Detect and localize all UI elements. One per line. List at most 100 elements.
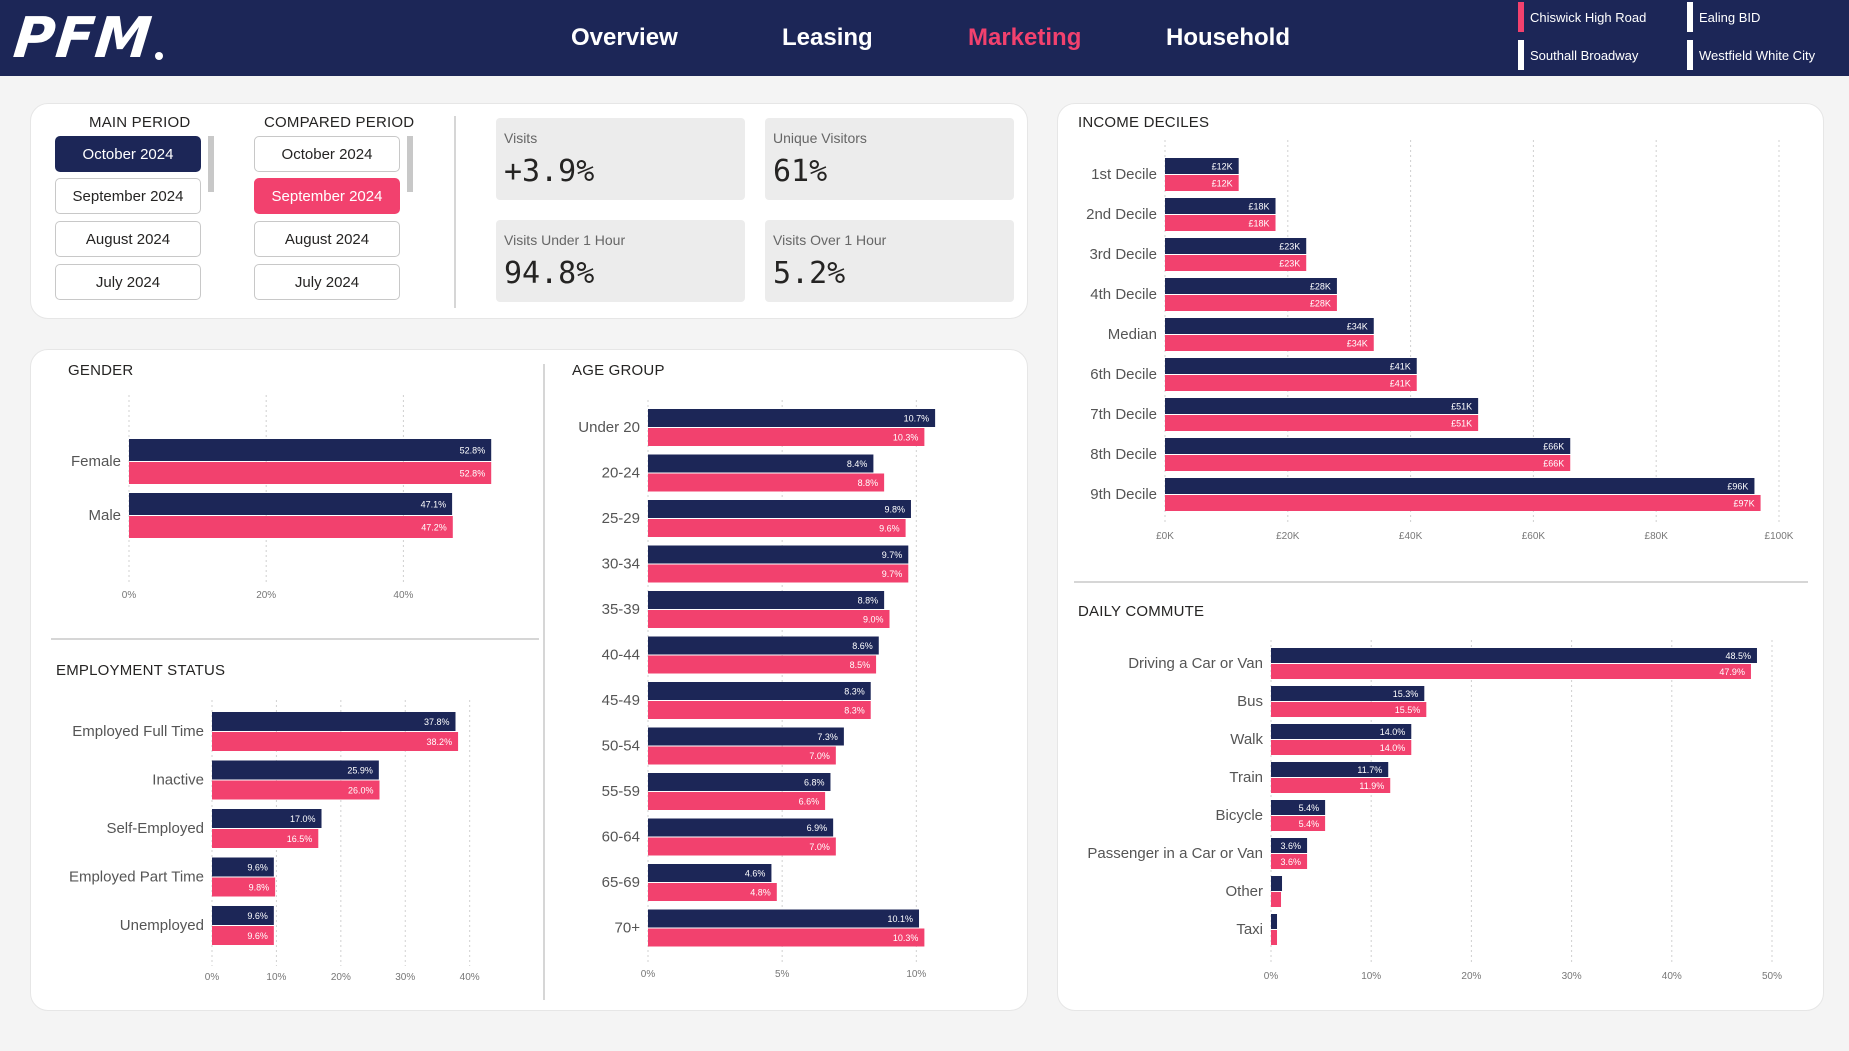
income-data-label: £51K	[1451, 402, 1472, 412]
income-data-label: £96K	[1727, 482, 1748, 492]
commute-bar-main	[1271, 648, 1757, 663]
commute-category-label: Bus	[1237, 693, 1263, 710]
employment-category-label: Employed Part Time	[69, 869, 204, 886]
commute-tick-label: 40%	[1662, 971, 1682, 982]
age-data-label: 10.7%	[904, 414, 930, 424]
age-data-label: 7.0%	[809, 842, 830, 852]
income-bar-main	[1165, 358, 1417, 374]
age-bar-compared	[648, 655, 877, 674]
employment-data-label: 25.9%	[347, 766, 373, 776]
income-category-label: 8th Decile	[1090, 446, 1157, 463]
income-data-label: £28K	[1310, 299, 1331, 309]
income-data-label: £12K	[1212, 162, 1233, 172]
age-bar-main	[648, 545, 909, 564]
age-data-label: 8.3%	[844, 706, 865, 716]
employment-bar-main	[212, 712, 456, 731]
income-data-label: £28K	[1310, 282, 1331, 292]
income-tick-label: £60K	[1522, 531, 1546, 542]
age-data-label: 8.6%	[852, 641, 873, 651]
income-data-label: £51K	[1451, 419, 1472, 429]
income-data-label: £18K	[1248, 219, 1269, 229]
commute-category-label: Bicycle	[1215, 807, 1263, 824]
employment-data-label: 17.0%	[290, 814, 316, 824]
charts-layer: 0% 20% 40% Female 52.8% 52.8% Male 47.1% 47.2% 0%…	[69, 140, 1794, 983]
commute-tick-label: 0%	[1264, 971, 1279, 982]
income-data-label: £23K	[1279, 242, 1300, 252]
age-data-label: 6.6%	[799, 797, 820, 807]
age-bar-main	[648, 591, 885, 609]
employment-data-label: 38.2%	[427, 737, 453, 747]
income-data-label: £34K	[1347, 339, 1368, 349]
age-category-label: 30-34	[602, 556, 640, 573]
age-data-label: 8.5%	[850, 660, 871, 670]
age-category-label: 50-54	[602, 738, 640, 755]
income-bar-main	[1165, 398, 1479, 414]
commute-tick-label: 30%	[1562, 971, 1582, 982]
age-data-label: 10.3%	[893, 933, 919, 943]
employment-tick-label: 30%	[395, 972, 415, 983]
commute-bar-compared	[1271, 664, 1751, 679]
commute-data-label: 3.6%	[1281, 857, 1302, 867]
gender-data-label: 52.8%	[460, 469, 486, 479]
employment-data-label: 9.6%	[247, 931, 268, 941]
age-data-label: 10.1%	[887, 914, 913, 924]
age-bar-compared	[648, 928, 925, 947]
commute-data-label: 15.3%	[1393, 689, 1419, 699]
income-bar-main	[1165, 438, 1571, 454]
age-category-label: 55-59	[602, 783, 640, 800]
income-data-label: £12K	[1212, 179, 1233, 189]
age-bar-main	[648, 909, 920, 928]
commute-data-label: 11.9%	[1359, 781, 1384, 791]
age-category-label: 65-69	[602, 874, 640, 891]
age-category-label: Under 20	[578, 419, 640, 436]
employment-data-label: 9.6%	[247, 911, 268, 921]
gender-category-label: Male	[88, 507, 121, 524]
gender-bar-main	[129, 439, 492, 461]
age-data-label: 9.0%	[863, 615, 884, 625]
employment-tick-label: 20%	[331, 972, 351, 983]
income-tick-label: £0K	[1156, 531, 1174, 542]
commute-data-label: 5.4%	[1299, 803, 1320, 813]
income-bar-main	[1165, 478, 1755, 494]
employment-category-label: Self-Employed	[106, 820, 204, 837]
commute-data-label: 15.5%	[1395, 705, 1421, 715]
age-category-label: 70+	[615, 920, 641, 937]
age-data-label: 6.9%	[807, 823, 828, 833]
income-category-label: 1st Decile	[1091, 166, 1157, 183]
age-category-label: 25-29	[602, 510, 640, 527]
income-bar-compared	[1165, 375, 1417, 391]
commute-tick-label: 10%	[1361, 971, 1381, 982]
employment-data-label: 9.6%	[247, 863, 268, 873]
income-bar-compared	[1165, 495, 1761, 511]
income-category-label: 2nd Decile	[1086, 206, 1157, 223]
commute-data-label: 48.5%	[1725, 651, 1751, 661]
commute-category-label: Train	[1229, 769, 1263, 786]
income-tick-label: £80K	[1645, 531, 1669, 542]
income-bar-compared	[1165, 335, 1374, 351]
income-category-label: Median	[1108, 326, 1157, 343]
gender-data-label: 47.1%	[421, 500, 447, 510]
age-data-label: 4.6%	[745, 869, 766, 879]
age-bar-main	[648, 682, 871, 700]
gender-bar-main	[129, 493, 453, 515]
employment-data-label: 37.8%	[424, 717, 450, 727]
commute-data-label: 11.7%	[1357, 765, 1382, 775]
income-data-label: £66K	[1543, 459, 1564, 469]
employment-category-label: Employed Full Time	[72, 723, 204, 740]
age-category-label: 20-24	[602, 465, 640, 482]
gender-category-label: Female	[71, 453, 121, 470]
commute-data-label: 14.0%	[1380, 743, 1406, 753]
income-data-label: £97K	[1734, 499, 1755, 509]
income-category-label: 7th Decile	[1090, 406, 1157, 423]
age-bar-compared	[648, 610, 890, 628]
commute-bar-main	[1271, 914, 1278, 929]
gender-tick-label: 20%	[256, 590, 276, 601]
gender-data-label: 47.2%	[421, 523, 447, 533]
age-bar-compared	[648, 473, 885, 492]
commute-data-label: 5.4%	[1299, 819, 1320, 829]
age-bar-compared	[648, 519, 906, 537]
commute-category-label: Other	[1225, 883, 1263, 900]
age-category-label: 45-49	[602, 692, 640, 709]
commute-category-label: Passenger in a Car or Van	[1087, 845, 1263, 862]
income-tick-label: £100K	[1765, 531, 1794, 542]
